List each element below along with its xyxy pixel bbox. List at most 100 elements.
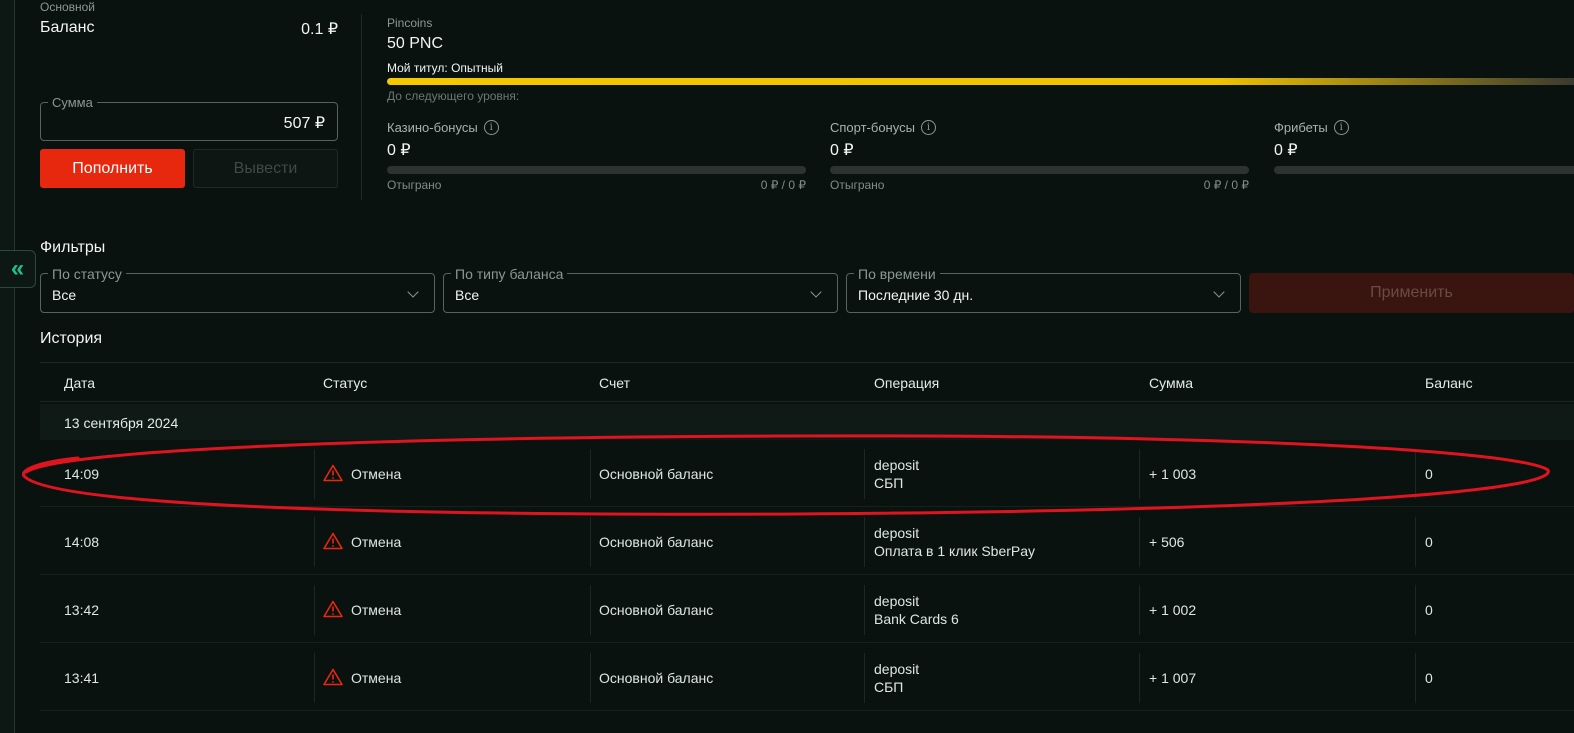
sport-bonus-progress — [830, 166, 1249, 174]
column-header-date[interactable]: Дата — [64, 375, 95, 391]
level-progress-bar — [387, 78, 1574, 85]
withdraw-button[interactable]: Вывести — [193, 149, 338, 188]
casino-bonus-value: 0 ₽ — [387, 142, 411, 159]
column-header-status[interactable]: Статус — [323, 375, 367, 391]
column-divider — [864, 585, 865, 635]
warning-icon — [323, 532, 343, 550]
row-status: Отмена — [351, 602, 402, 618]
column-divider — [1415, 517, 1416, 567]
table-row[interactable]: 14:08 Отмена Основной баланс deposit Оплата … — [40, 509, 1574, 575]
row-operation-type: deposit — [874, 661, 920, 677]
table-header — [40, 362, 1574, 402]
history-title: История — [40, 330, 103, 347]
apply-button[interactable]: Применить — [1249, 273, 1574, 313]
column-header-amount[interactable]: Сумма — [1149, 375, 1193, 391]
column-header-operation[interactable]: Операция — [874, 375, 939, 391]
topup-button[interactable]: Пополнить — [40, 149, 185, 188]
highlight-ellipse — [21, 434, 1550, 516]
row-balance: 0 — [1425, 670, 1433, 686]
column-divider — [314, 653, 315, 703]
sum-input-value[interactable]: 507 ₽ — [180, 113, 325, 133]
row-amount: + 506 — [1149, 534, 1185, 550]
row-amount: + 1 007 — [1149, 670, 1197, 686]
casino-bonus-progress — [387, 166, 806, 174]
vertical-divider — [361, 14, 362, 200]
row-account: Основной баланс — [599, 534, 714, 550]
row-operation-type: deposit — [874, 593, 920, 609]
date-group-label: 13 сентября 2024 — [64, 415, 179, 431]
column-header-balance[interactable]: Баланс — [1425, 375, 1473, 391]
info-icon[interactable]: i — [920, 120, 936, 135]
freebets-card: Фрибеты i 0 ₽ — [1274, 120, 1574, 174]
casino-played-value: 0 ₽ / 0 ₽ — [760, 178, 806, 192]
row-operation-method: СБП — [874, 679, 904, 695]
sport-played-label: Отыграно — [830, 178, 885, 192]
row-balance: 0 — [1425, 602, 1433, 618]
column-divider — [590, 517, 591, 567]
column-divider — [590, 653, 591, 703]
casino-bonus-title: Казино-бонусы — [387, 120, 478, 135]
row-time: 13:41 — [64, 670, 100, 686]
collapse-sidebar-button[interactable]: « — [0, 250, 36, 288]
casino-bonus-card: Казино-бонусы i 0 ₽ Отыграно 0 ₽ / 0 ₽ — [387, 120, 806, 192]
row-time: 13:42 — [64, 602, 100, 618]
column-divider — [1139, 517, 1140, 567]
sport-bonus-card: Спорт-бонусы i 0 ₽ Отыграно 0 ₽ / 0 ₽ — [830, 120, 1249, 192]
time-select-label: По времени — [854, 266, 940, 282]
info-icon[interactable]: i — [483, 120, 499, 135]
filters-title: Фильтры — [40, 239, 106, 256]
column-divider — [864, 653, 865, 703]
sport-bonus-footer: Отыграно 0 ₽ / 0 ₽ — [830, 178, 1249, 192]
pincoins-label: Pincoins — [387, 16, 433, 30]
level-progress-fill — [387, 78, 1574, 85]
row-status: Отмена — [351, 534, 402, 550]
row-operation-method: Оплата в 1 клик SberPay — [874, 543, 1036, 559]
balance-type-select-value: Все — [455, 287, 480, 303]
column-divider — [864, 517, 865, 567]
sport-bonus-title: Спорт-бонусы — [830, 120, 915, 135]
pincoins-value: 50 PNC — [387, 35, 444, 52]
time-select-value: Последние 30 дн. — [858, 287, 974, 303]
table-row[interactable]: 13:41 Отмена Основной баланс deposit СБП + 1 … — [40, 645, 1574, 711]
column-divider — [590, 585, 591, 635]
warning-icon — [323, 668, 343, 686]
column-divider — [1139, 585, 1140, 635]
info-icon[interactable]: i — [1333, 120, 1349, 135]
row-balance: 0 — [1425, 534, 1433, 550]
column-divider — [314, 517, 315, 567]
casino-played-label: Отыграно — [387, 178, 442, 192]
column-divider — [1415, 653, 1416, 703]
balance-kind: Основной — [40, 0, 96, 14]
user-title: Мой титул: Опытный — [387, 61, 503, 75]
status-select-value: Все — [52, 287, 77, 303]
row-status: Отмена — [351, 670, 402, 686]
balance-title: Баланс — [40, 19, 95, 36]
freebets-title-row: Фрибеты i — [1274, 120, 1574, 135]
column-divider — [1415, 585, 1416, 635]
row-account: Основной баланс — [599, 670, 714, 686]
sport-bonus-title-row: Спорт-бонусы i — [830, 120, 1249, 135]
casino-bonus-title-row: Казино-бонусы i — [387, 120, 806, 135]
table-row[interactable]: 13:42 Отмена Основной баланс deposit Bank Ca… — [40, 577, 1574, 643]
column-divider — [1139, 653, 1140, 703]
left-rail — [0, 0, 15, 733]
row-operation-type: deposit — [874, 525, 920, 541]
freebets-progress — [1274, 166, 1574, 174]
sum-input-label: Сумма — [48, 95, 97, 110]
freebets-title: Фрибеты — [1274, 120, 1328, 135]
freebets-value: 0 ₽ — [1274, 142, 1298, 159]
row-account: Основной баланс — [599, 602, 714, 618]
row-operation-method: Bank Cards 6 — [874, 611, 959, 627]
casino-bonus-footer: Отыграно 0 ₽ / 0 ₽ — [387, 178, 806, 192]
column-header-account[interactable]: Счет — [599, 375, 630, 391]
balance-type-select-label: По типу баланса — [451, 266, 568, 282]
sport-bonus-value: 0 ₽ — [830, 142, 854, 159]
next-level-label: До следующего уровня: — [387, 89, 520, 103]
column-divider — [314, 585, 315, 635]
warning-icon — [323, 600, 343, 618]
status-select-label: По статусу — [48, 266, 126, 282]
row-amount: + 1 002 — [1149, 602, 1197, 618]
double-chevron-left-icon: « — [10, 255, 25, 282]
row-time: 14:08 — [64, 534, 100, 550]
sport-played-value: 0 ₽ / 0 ₽ — [1203, 178, 1249, 192]
